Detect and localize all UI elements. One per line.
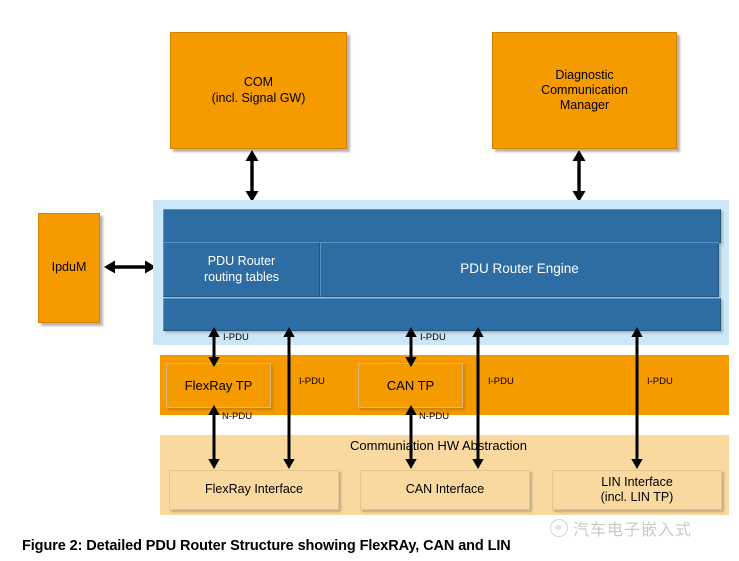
label-ipdu-can-interface: I-PDU — [488, 376, 514, 387]
label-ipdu-flexray-tp: I-PDU — [223, 332, 249, 343]
pdu-router-engine: PDU Router Engine — [320, 242, 719, 297]
module-can-tp: CAN TP — [358, 363, 463, 408]
label-ipdu-can-tp: I-PDU — [420, 332, 446, 343]
arrow-router-to-flexray-tp — [206, 327, 222, 367]
pdu-router-diagram: COM (incl. Signal GW) Diagnostic Communi… — [0, 0, 739, 561]
arrow-com-to-router — [243, 150, 261, 202]
arrow-dcm-to-router — [570, 150, 588, 202]
module-flexray-interface-label: FlexRay Interface — [205, 482, 303, 497]
arrow-router-to-can-interface — [470, 327, 486, 469]
watermark: 汽车电子嵌入式 — [550, 516, 692, 540]
module-flexray-interface: FlexRay Interface — [169, 470, 339, 510]
module-lin-interface-label: LIN Interface (incl. LIN TP) — [600, 474, 674, 504]
label-ipdu-lin-interface: I-PDU — [647, 376, 673, 387]
router-top-bar — [163, 209, 721, 243]
watermark-text: 汽车电子嵌入式 — [573, 522, 693, 539]
arrow-router-to-flexray-interface — [281, 327, 297, 469]
communication-hw-abstraction-title: Communiation HW Abstraction — [350, 438, 528, 453]
figure-caption: Figure 2: Detailed PDU Router Structure … — [22, 538, 511, 554]
module-flexray-tp: FlexRay TP — [166, 363, 271, 408]
module-com: COM (incl. Signal GW) — [170, 32, 347, 149]
module-ipdum: IpduM — [38, 213, 100, 323]
label-ipdu-flexray-interface: I-PDU — [299, 376, 325, 387]
module-dcm-label: Diagnostic Communication Manager — [541, 67, 628, 113]
arrow-ipdum-to-router — [104, 258, 156, 276]
label-npdu-can: N-PDU — [419, 411, 450, 422]
module-com-label: COM (incl. Signal GW) — [211, 75, 306, 105]
module-can-interface-label: CAN Interface — [405, 482, 485, 497]
module-flexray-tp-label: FlexRay TP — [184, 377, 253, 393]
module-diagnostic-communication-manager: Diagnostic Communication Manager — [492, 32, 677, 149]
arrow-flexray-tp-to-flexray-interface — [206, 405, 222, 469]
module-lin-interface: LIN Interface (incl. LIN TP) — [552, 470, 722, 510]
routing-tables-label: PDU Router routing tables — [203, 254, 280, 284]
module-can-tp-label: CAN TP — [386, 377, 435, 393]
module-ipdum-label: IpduM — [51, 260, 87, 275]
arrow-can-tp-to-can-interface — [403, 405, 419, 469]
module-can-interface: CAN Interface — [360, 470, 530, 510]
arrow-router-to-lin-interface — [629, 327, 645, 469]
pdu-router-routing-tables: PDU Router routing tables — [163, 242, 320, 297]
paw-logo-icon — [550, 519, 568, 537]
arrow-router-to-can-tp — [403, 327, 419, 367]
pdu-router-engine-label: PDU Router Engine — [460, 261, 579, 277]
label-npdu-flexray: N-PDU — [222, 411, 253, 422]
